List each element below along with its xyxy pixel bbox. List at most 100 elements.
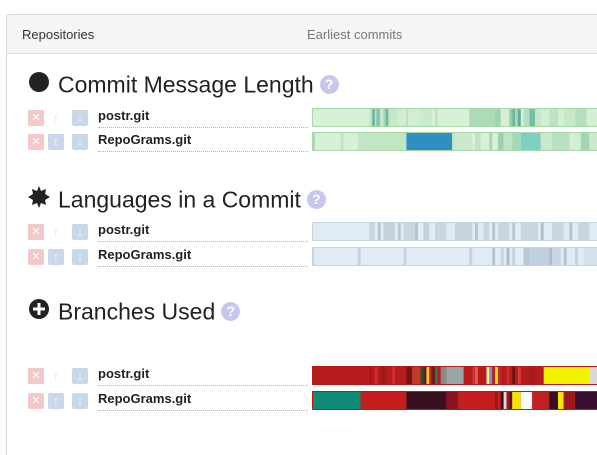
- commit-block: [512, 222, 515, 241]
- remove-repo-icon[interactable]: ✕: [28, 249, 44, 265]
- remove-repo-icon[interactable]: ✕: [28, 134, 44, 150]
- commit-block: [578, 222, 589, 241]
- repogram-bar: [312, 366, 597, 385]
- commit-block: [549, 108, 558, 127]
- move-up-icon[interactable]: ↑: [48, 224, 64, 240]
- commit-block: [575, 391, 597, 410]
- commit-block: [541, 222, 544, 241]
- commit-block: [529, 247, 549, 266]
- repo-row: ✕ ↑ ↓ postr.git: [28, 365, 597, 387]
- commit-block: [455, 132, 472, 151]
- commit-block: [569, 132, 580, 151]
- commit-block: [509, 391, 512, 410]
- move-up-icon[interactable]: ↑: [48, 249, 64, 265]
- move-down-icon[interactable]: ↓: [72, 393, 88, 409]
- remove-repo-icon[interactable]: ✕: [28, 393, 44, 409]
- move-up-icon[interactable]: ↑: [48, 110, 64, 126]
- commit-block: [369, 366, 372, 385]
- commit-block: [558, 391, 564, 410]
- commit-block: [564, 108, 575, 127]
- repogram-svg: [312, 247, 597, 266]
- repo-name: postr.git: [98, 365, 308, 386]
- commit-block: [501, 108, 510, 127]
- commit-block: [415, 222, 418, 241]
- commit-block: [406, 366, 412, 385]
- commit-block: [369, 222, 375, 241]
- move-up-icon[interactable]: ↑: [48, 393, 64, 409]
- commit-block: [389, 108, 398, 127]
- commit-block: [404, 247, 407, 266]
- commit-block: [435, 108, 438, 127]
- commit-block: [469, 108, 495, 127]
- commit-block: [575, 108, 586, 127]
- commit-block: [495, 391, 498, 410]
- commit-block: [512, 391, 521, 410]
- commit-block: [495, 366, 498, 385]
- commit-block: [501, 391, 504, 410]
- repo-row: ✕ ↑ ↓ postr.git: [28, 221, 597, 243]
- commit-block: [469, 247, 472, 266]
- remove-repo-icon[interactable]: ✕: [28, 224, 44, 240]
- move-up-icon[interactable]: ↑: [48, 368, 64, 384]
- commit-block: [312, 391, 361, 410]
- move-down-icon[interactable]: ↓: [72, 110, 88, 126]
- move-down-icon[interactable]: ↓: [72, 249, 88, 265]
- repositories-header-label: Repositories: [22, 27, 94, 42]
- commit-block: [507, 247, 510, 266]
- commit-block: [492, 247, 495, 266]
- commit-block: [584, 247, 597, 266]
- repo-row: ✕ ↑ ↓ RepoGrams.git: [28, 131, 597, 153]
- repogram-bar: [312, 108, 597, 127]
- move-up-icon[interactable]: ↑: [48, 134, 64, 150]
- commit-block: [446, 366, 463, 385]
- commit-block: [412, 366, 421, 385]
- commit-block: [435, 222, 446, 241]
- commit-block: [558, 108, 564, 127]
- repo-row: ✕ ↑ ↓ RepoGrams.git: [28, 246, 597, 268]
- commit-block: [384, 108, 390, 127]
- repogram-svg: [312, 222, 597, 241]
- commit-block: [452, 132, 455, 151]
- commit-block: [587, 108, 597, 127]
- commit-block: [518, 366, 521, 385]
- repogram-svg: [312, 366, 597, 385]
- commit-block: [384, 222, 395, 241]
- commit-block: [455, 222, 472, 241]
- commit-block: [495, 108, 501, 127]
- section-title-languages-in-a-commit: Languages in a Commit?: [28, 185, 326, 214]
- commit-block: [435, 366, 438, 385]
- commit-block: [424, 366, 427, 385]
- commit-block: [406, 108, 407, 127]
- commit-block: [544, 366, 590, 385]
- repogram-bar: [312, 391, 597, 410]
- commit-block: [504, 132, 513, 151]
- commit-block: [512, 132, 521, 151]
- help-icon[interactable]: ?: [320, 75, 339, 94]
- repo-row: ✕ ↑ ↓ postr.git: [28, 107, 597, 129]
- commit-block: [552, 222, 563, 241]
- commit-block: [512, 247, 515, 266]
- repo-row: ✕ ↑ ↓ RepoGrams.git: [28, 390, 597, 412]
- commit-block: [358, 132, 407, 151]
- commit-block: [484, 222, 490, 241]
- commit-block: [475, 132, 481, 151]
- move-down-icon[interactable]: ↓: [72, 224, 88, 240]
- repo-name: RepoGrams.git: [98, 390, 308, 411]
- commit-block: [509, 108, 512, 127]
- commit-block: [524, 247, 530, 266]
- commit-block: [489, 132, 492, 151]
- remove-repo-icon[interactable]: ✕: [28, 110, 44, 126]
- commit-block: [432, 366, 435, 385]
- commit-block: [426, 366, 429, 385]
- move-down-icon[interactable]: ↓: [72, 134, 88, 150]
- move-down-icon[interactable]: ↓: [72, 368, 88, 384]
- help-icon[interactable]: ?: [221, 302, 240, 321]
- commit-block: [392, 366, 395, 385]
- remove-repo-icon[interactable]: ✕: [28, 368, 44, 384]
- commit-block: [529, 366, 535, 385]
- commit-block: [375, 366, 378, 385]
- commit-block: [458, 391, 469, 410]
- commit-block: [529, 108, 535, 127]
- help-icon[interactable]: ?: [307, 190, 326, 209]
- earliest-commits-label: Earliest commits: [307, 27, 402, 42]
